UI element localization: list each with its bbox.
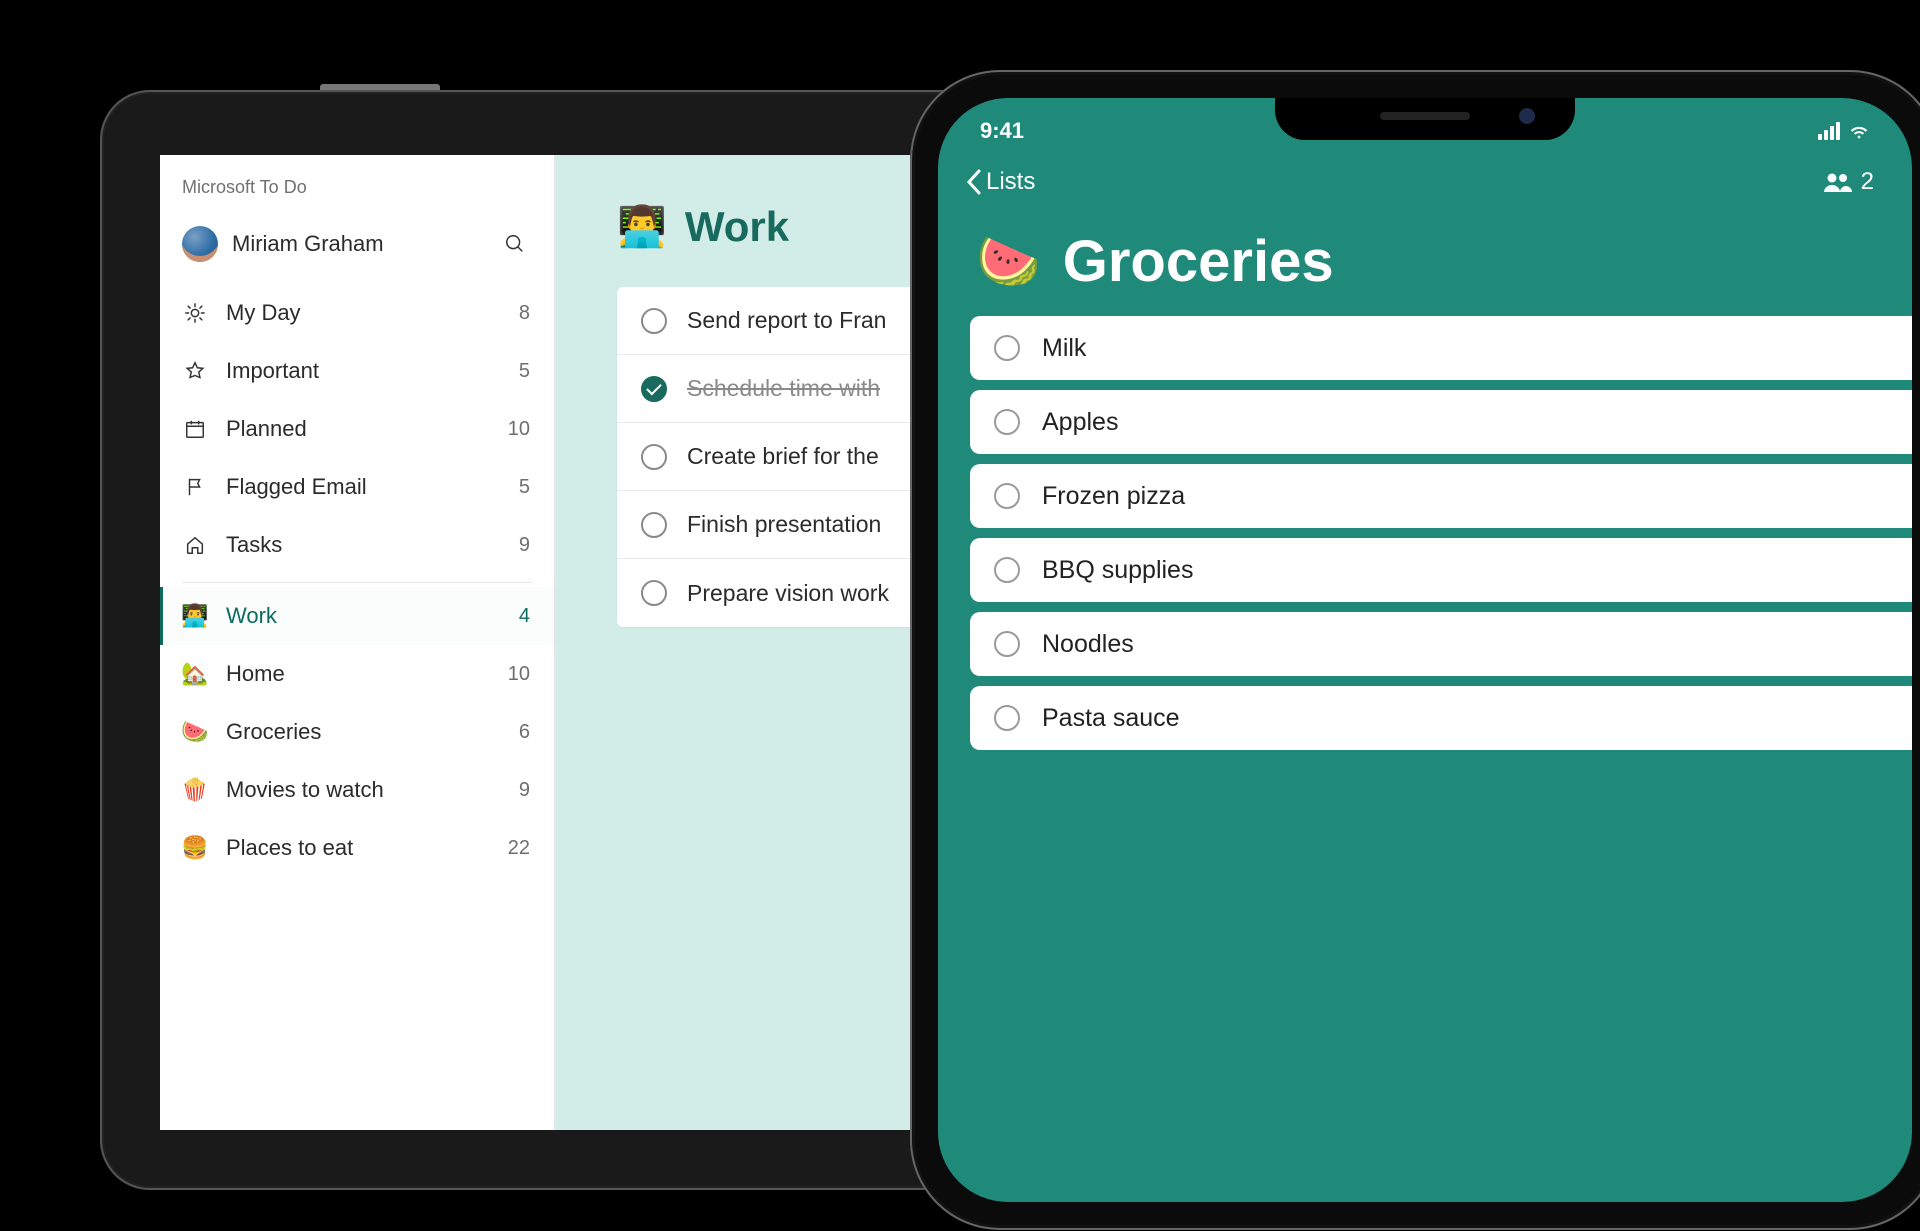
- phone-header: Lists 2: [938, 156, 1912, 196]
- task-radio[interactable]: [641, 308, 667, 334]
- smart-lists: My Day 8 Important 5 Planned 10 Flagged Email 5…: [160, 284, 554, 574]
- list-emoji-icon: 🍿: [182, 779, 208, 801]
- sidebar-item-my-day[interactable]: My Day 8: [160, 284, 554, 342]
- user-name: Miriam Graham: [232, 231, 484, 257]
- home-icon: [182, 534, 208, 556]
- phone-task-list: Milk Apples Frozen pizza BBQ supplies Noodle…: [970, 316, 1912, 750]
- custom-lists: 👨‍💻 Work 4 🏡 Home 10 🍉 Groceries 6 🍿 Movies to wat…: [160, 587, 554, 877]
- work-title-text: Work: [685, 203, 789, 251]
- sidebar-item-label: Tasks: [226, 532, 501, 558]
- phone-screen: 9:41 Lists 2 🍉 Groceries: [938, 98, 1912, 1202]
- sidebar-item-count: 9: [519, 534, 530, 557]
- list-emoji-icon: 🍔: [182, 837, 208, 859]
- phone-inner-frame: 9:41 Lists 2 🍉 Groceries: [928, 88, 1920, 1212]
- grocery-label: Apples: [1042, 408, 1118, 437]
- grocery-item[interactable]: BBQ supplies: [970, 538, 1912, 602]
- phone-device-frame: 9:41 Lists 2 🍉 Groceries: [910, 70, 1920, 1230]
- star-icon: [182, 360, 208, 382]
- sidebar-item-count: 22: [508, 837, 530, 860]
- list-emoji-icon: 🍉: [182, 721, 208, 743]
- work-title-emoji-icon: 👨‍💻: [617, 207, 667, 247]
- watermelon-icon: 🍉: [976, 236, 1041, 288]
- sidebar-item-count: 8: [519, 302, 530, 325]
- grocery-item[interactable]: Milk: [970, 316, 1912, 380]
- chevron-left-icon: [966, 169, 982, 195]
- sidebar-item-label: Important: [226, 358, 501, 384]
- sidebar-item-work[interactable]: 👨‍💻 Work 4: [160, 587, 554, 645]
- phone-list-title-text: Groceries: [1063, 228, 1334, 295]
- back-button[interactable]: Lists: [966, 168, 1035, 196]
- app-title: Microsoft To Do: [160, 173, 554, 216]
- task-radio[interactable]: [641, 444, 667, 470]
- sidebar-item-count: 5: [519, 360, 530, 383]
- sidebar-item-label: Flagged Email: [226, 474, 501, 500]
- share-button[interactable]: 2: [1823, 168, 1874, 196]
- search-button[interactable]: [498, 227, 532, 261]
- avatar[interactable]: [182, 226, 218, 262]
- task-label: Prepare vision work: [687, 580, 889, 607]
- nav-divider: [182, 582, 532, 583]
- sidebar-item-label: My Day: [226, 300, 501, 326]
- task-radio[interactable]: [641, 580, 667, 606]
- status-time: 9:41: [980, 118, 1024, 144]
- back-label: Lists: [986, 168, 1035, 196]
- sidebar-item-groceries[interactable]: 🍉 Groceries 6: [160, 703, 554, 761]
- sun-icon: [182, 302, 208, 324]
- task-radio[interactable]: [994, 409, 1020, 435]
- sidebar-item-movies-to-watch[interactable]: 🍿 Movies to watch 9: [160, 761, 554, 819]
- share-count: 2: [1861, 168, 1874, 196]
- task-radio[interactable]: [994, 631, 1020, 657]
- task-radio[interactable]: [641, 376, 667, 402]
- task-label: Schedule time with: [687, 375, 880, 402]
- sidebar-item-label: Planned: [226, 416, 490, 442]
- search-icon: [504, 233, 526, 255]
- task-radio[interactable]: [994, 483, 1020, 509]
- wifi-icon: [1848, 122, 1870, 140]
- status-right: [1818, 122, 1870, 140]
- sidebar-item-tasks[interactable]: Tasks 9: [160, 516, 554, 574]
- sidebar-item-label: Home: [226, 661, 490, 687]
- user-row[interactable]: Miriam Graham: [160, 216, 554, 284]
- calendar-icon: [182, 418, 208, 440]
- sidebar-item-label: Groceries: [226, 719, 501, 745]
- phone-list-title: 🍉 Groceries: [976, 228, 1334, 295]
- flag-icon: [182, 476, 208, 498]
- sidebar-item-label: Movies to watch: [226, 777, 501, 803]
- sidebar-item-important[interactable]: Important 5: [160, 342, 554, 400]
- task-label: Create brief for the: [687, 443, 879, 470]
- task-label: Send report to Fran: [687, 307, 886, 334]
- list-emoji-icon: 🏡: [182, 663, 208, 685]
- grocery-item[interactable]: Apples: [970, 390, 1912, 454]
- grocery-label: Frozen pizza: [1042, 482, 1185, 511]
- grocery-label: Noodles: [1042, 630, 1134, 659]
- task-radio[interactable]: [641, 512, 667, 538]
- grocery-item[interactable]: Pasta sauce: [970, 686, 1912, 750]
- sidebar-item-count: 9: [519, 779, 530, 802]
- sidebar-item-count: 10: [508, 663, 530, 686]
- grocery-item[interactable]: Noodles: [970, 612, 1912, 676]
- grocery-label: Milk: [1042, 334, 1086, 363]
- sidebar-item-label: Places to eat: [226, 835, 490, 861]
- people-icon: [1823, 171, 1853, 193]
- task-radio[interactable]: [994, 557, 1020, 583]
- grocery-label: Pasta sauce: [1042, 704, 1180, 733]
- sidebar-item-places-to-eat[interactable]: 🍔 Places to eat 22: [160, 819, 554, 877]
- sidebar-item-count: 4: [519, 605, 530, 628]
- sidebar-item-home[interactable]: 🏡 Home 10: [160, 645, 554, 703]
- list-emoji-icon: 👨‍💻: [182, 605, 208, 627]
- grocery-label: BBQ supplies: [1042, 556, 1193, 585]
- task-radio[interactable]: [994, 705, 1020, 731]
- sidebar-item-count: 10: [508, 418, 530, 441]
- sidebar-item-count: 5: [519, 476, 530, 499]
- task-label: Finish presentation: [687, 511, 881, 538]
- sidebar-item-count: 6: [519, 721, 530, 744]
- signal-icon: [1818, 122, 1840, 140]
- sidebar-item-planned[interactable]: Planned 10: [160, 400, 554, 458]
- phone-notch: [1275, 98, 1575, 140]
- sidebar: Microsoft To Do Miriam Graham My Day 8 Imp…: [160, 155, 555, 1130]
- grocery-item[interactable]: Frozen pizza: [970, 464, 1912, 528]
- sidebar-item-label: Work: [226, 603, 501, 629]
- task-radio[interactable]: [994, 335, 1020, 361]
- sidebar-item-flagged-email[interactable]: Flagged Email 5: [160, 458, 554, 516]
